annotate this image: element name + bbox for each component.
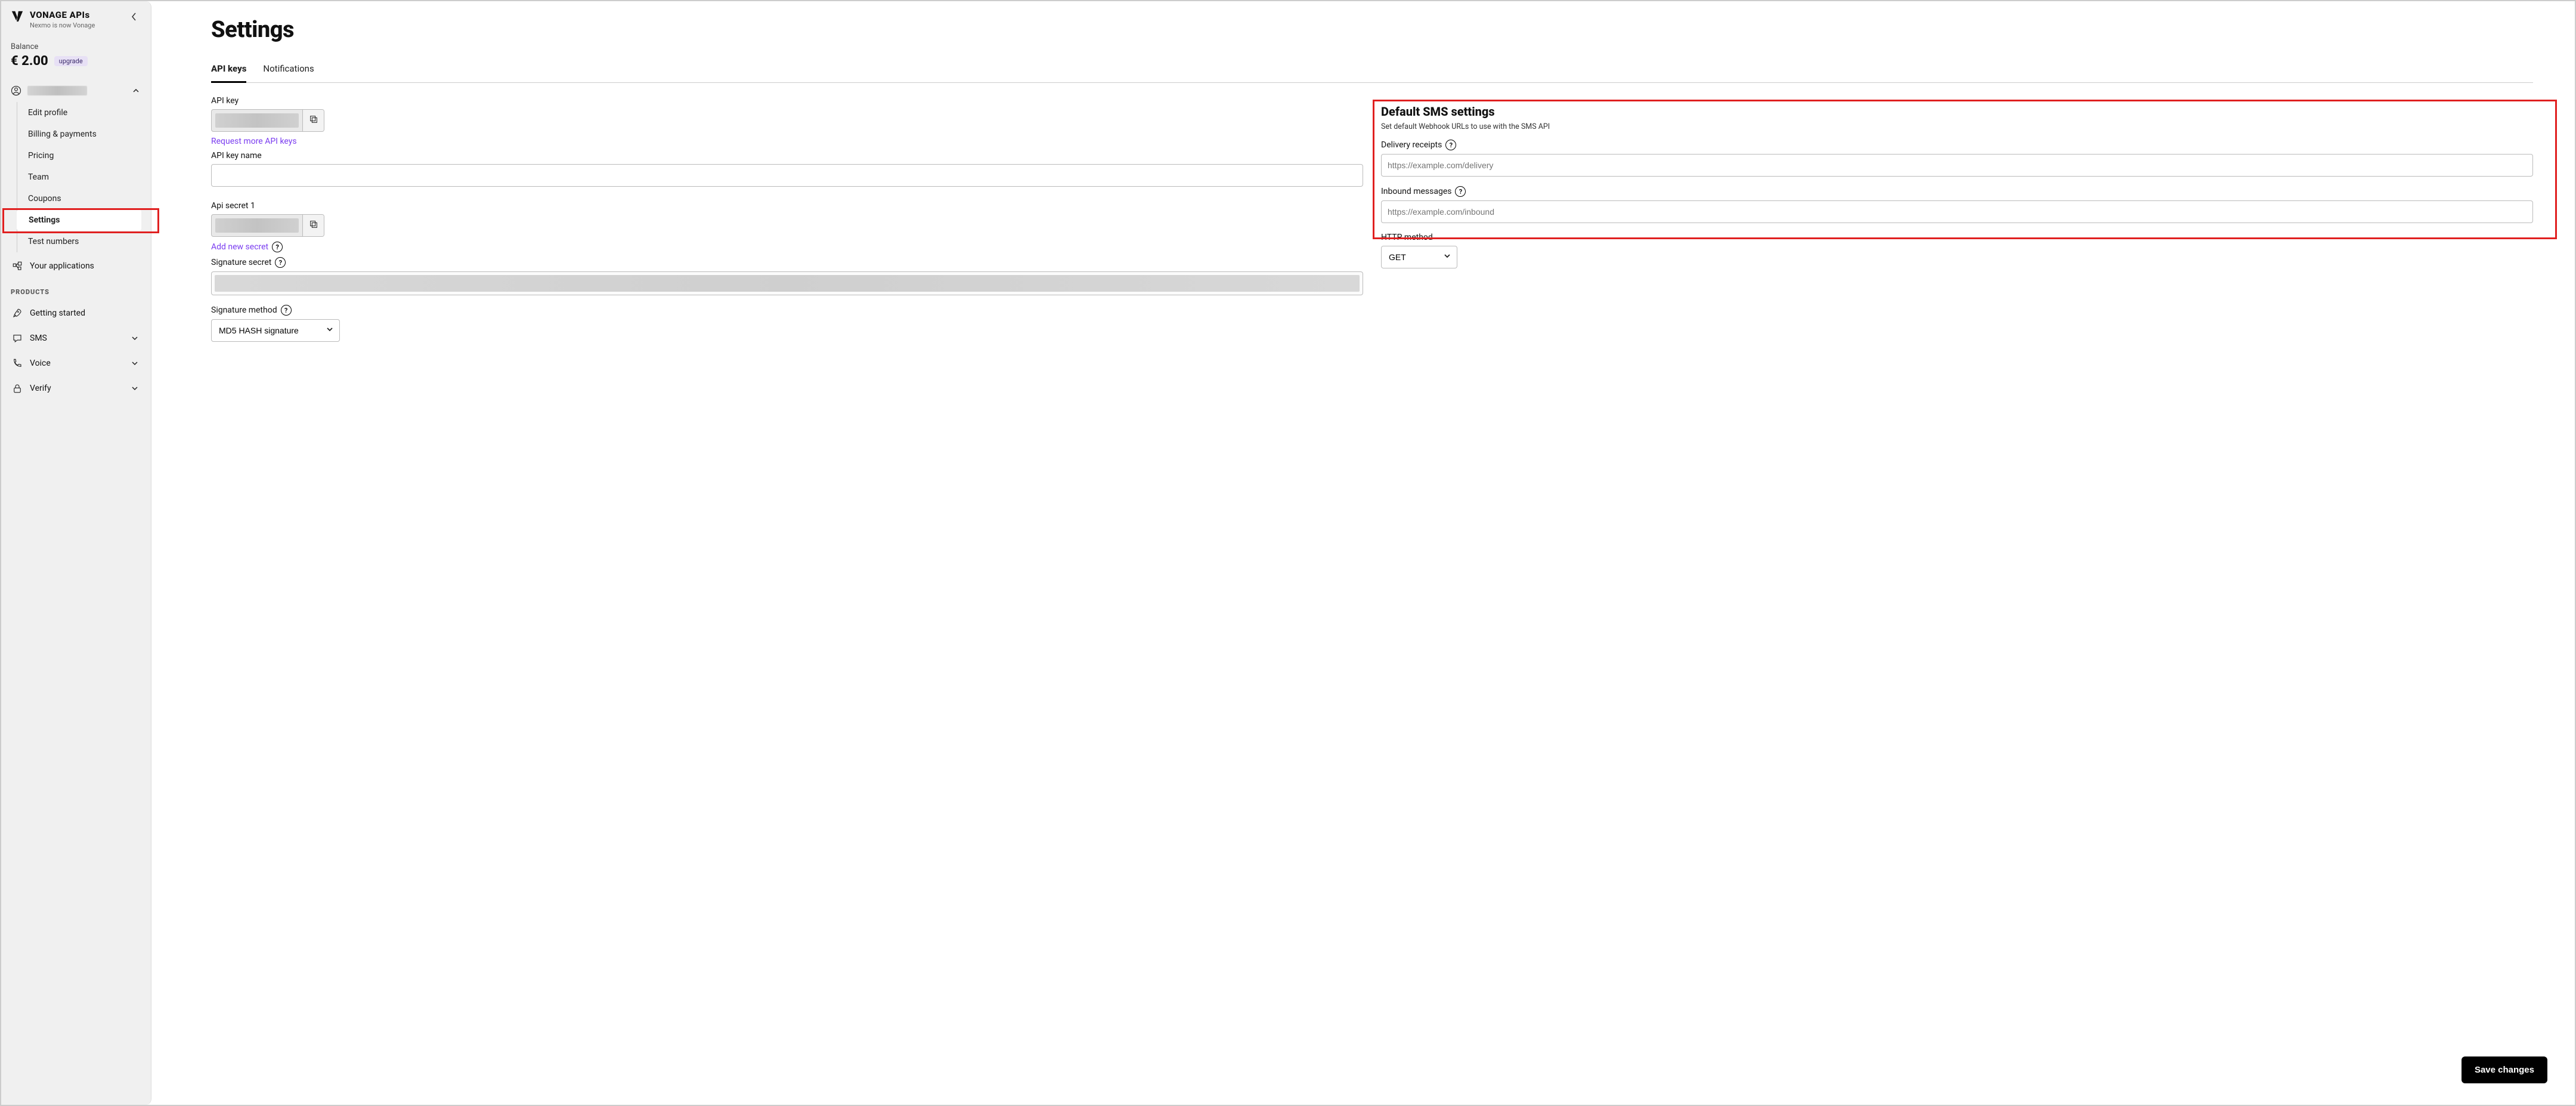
vonage-logo-icon — [11, 10, 24, 25]
account-subnav: Edit profile Billing & payments Pricing … — [17, 102, 141, 252]
brand-title: VONAGE APIs — [30, 10, 95, 20]
api-key-field — [211, 109, 324, 132]
signature-secret-field — [211, 271, 1363, 295]
save-changes-button[interactable]: Save changes — [2462, 1056, 2547, 1083]
user-icon — [11, 85, 21, 96]
collapse-sidebar-button[interactable] — [127, 10, 141, 24]
api-keys-column: API key Request more API keys API key na… — [211, 96, 1363, 342]
http-method-label: HTTP method — [1381, 233, 2533, 242]
api-key-redacted — [215, 113, 299, 128]
subnav-edit-profile[interactable]: Edit profile — [17, 102, 141, 123]
chevron-down-icon — [129, 383, 140, 394]
subnav-team[interactable]: Team — [17, 166, 141, 188]
phone-icon — [12, 358, 23, 369]
help-icon[interactable]: ? — [1445, 140, 1456, 150]
request-more-keys-link[interactable]: Request more API keys — [211, 137, 1363, 146]
delivery-receipts-input[interactable] — [1381, 154, 2533, 177]
nav-label: SMS — [30, 333, 47, 343]
nav-your-applications[interactable]: Your applications — [11, 255, 141, 277]
api-secret-label: Api secret 1 — [211, 201, 1363, 211]
subnav-test-numbers[interactable]: Test numbers — [17, 231, 141, 252]
tab-notifications[interactable]: Notifications — [263, 60, 314, 82]
signature-method-select[interactable]: MD5 HASH signature — [211, 319, 340, 342]
nav-label: Your applications — [30, 261, 94, 271]
products-header: PRODUCTS — [11, 280, 141, 299]
nav-verify[interactable]: Verify — [11, 377, 141, 400]
account-toggle[interactable] — [11, 82, 141, 100]
brand-subtitle: Nexmo is now Vonage — [30, 21, 95, 29]
help-icon[interactable]: ? — [281, 305, 292, 316]
http-method-select[interactable]: GET — [1381, 246, 1457, 268]
chevron-down-icon — [129, 358, 140, 369]
nav-label: Getting started — [30, 308, 85, 318]
signature-secret-label: Signature secret ? — [211, 257, 1363, 268]
upgrade-button[interactable]: upgrade — [54, 56, 88, 66]
tab-api-keys[interactable]: API keys — [211, 60, 246, 83]
copy-icon — [309, 220, 318, 231]
chevron-down-icon — [129, 333, 140, 344]
sms-settings-title: Default SMS settings — [1381, 104, 2533, 119]
subnav-pricing[interactable]: Pricing — [17, 145, 141, 166]
rocket-icon — [12, 308, 23, 319]
applications-icon — [12, 261, 23, 271]
help-icon[interactable]: ? — [272, 242, 283, 252]
help-icon[interactable]: ? — [275, 257, 286, 268]
brand: VONAGE APIs Nexmo is now Vonage — [11, 10, 95, 29]
copy-api-secret-button[interactable] — [302, 215, 324, 236]
subnav-settings[interactable]: Settings — [17, 209, 141, 231]
balance-label: Balance — [11, 42, 141, 51]
api-key-name-input[interactable] — [211, 164, 1363, 187]
nav-label: Verify — [30, 384, 51, 393]
inbound-messages-input[interactable] — [1381, 200, 2533, 223]
add-new-secret-link[interactable]: Add new secret ? — [211, 242, 1363, 252]
main-content: Settings API keys Notifications API key … — [151, 1, 2575, 1105]
inbound-messages-label: Inbound messages ? — [1381, 186, 2533, 197]
sms-icon — [12, 333, 23, 344]
delivery-receipts-label: Delivery receipts ? — [1381, 140, 2533, 150]
signature-secret-redacted — [215, 275, 1360, 292]
api-secret-field — [211, 214, 324, 237]
sms-settings-column: Default SMS settings Set default Webhook… — [1381, 96, 2533, 268]
signature-method-label: Signature method ? — [211, 305, 1363, 316]
copy-api-key-button[interactable] — [302, 110, 324, 131]
api-secret-redacted — [215, 218, 299, 233]
balance-amount: € 2.00 — [11, 54, 48, 69]
sidebar: VONAGE APIs Nexmo is now Vonage Balance … — [1, 1, 151, 1105]
lock-icon — [12, 383, 23, 394]
subnav-coupons[interactable]: Coupons — [17, 188, 141, 209]
nav-sms[interactable]: SMS — [11, 327, 141, 350]
subnav-billing[interactable]: Billing & payments — [17, 123, 141, 145]
sms-settings-subtitle: Set default Webhook URLs to use with the… — [1381, 122, 2533, 131]
chevron-up-icon — [131, 85, 141, 96]
nav-voice[interactable]: Voice — [11, 352, 141, 375]
page-title: Settings — [211, 17, 2533, 43]
copy-icon — [309, 115, 318, 126]
tabs: API keys Notifications — [211, 60, 2533, 83]
api-key-name-label: API key name — [211, 151, 1363, 160]
nav-label: Voice — [30, 359, 51, 368]
account-name-redacted — [27, 86, 87, 95]
nav-getting-started[interactable]: Getting started — [11, 302, 141, 325]
help-icon[interactable]: ? — [1455, 186, 1466, 197]
api-key-label: API key — [211, 96, 1363, 106]
